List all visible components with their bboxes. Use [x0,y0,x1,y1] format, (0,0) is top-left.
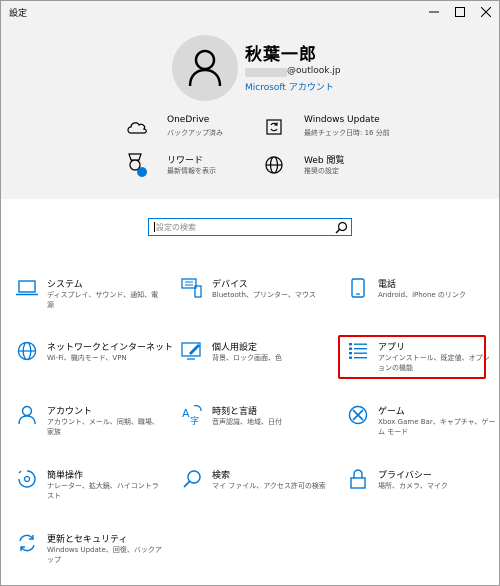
category-title: プライバシー [378,471,432,481]
close-icon [481,7,491,17]
paint-icon [181,340,203,362]
header-item-windows-update[interactable]: Windows Update 最終チェック日時: 16 分前 [262,115,412,143]
minimize-icon [429,11,439,13]
header-item-onedrive[interactable]: OneDrive バックアップ済み [125,115,275,143]
header-item-subtitle: 最終チェック日時: 16 分前 [304,129,390,137]
highlight-frame [338,335,486,379]
account-header: 秋葉一郎 @outlook.jp Microsoft アカウント OneDriv… [1,23,499,199]
category-network-internet[interactable]: ネットワークとインターネット Wi-Fi、機内モード、VPN [16,340,173,388]
category-subtitle: 背景、ロック画面、色 [212,354,282,362]
ease-of-access-icon [16,468,38,490]
category-title: ゲーム [378,407,405,417]
window-title: 設定 [9,9,28,19]
person-icon [188,49,222,87]
category-subtitle: 場所、カメラ、マイク [378,482,448,490]
header-item-title: リワード [167,156,204,166]
laptop-icon [16,277,38,299]
phone-icon [347,277,369,299]
search-input[interactable]: 設定の検索 [148,218,352,236]
settings-window: 設定 秋葉一郎 @outlook.jp Microsoft アカウント OneD… [0,0,500,586]
category-gaming[interactable]: ゲーム Xbox Game Bar、キャプチャ、ゲーム モード [347,404,497,452]
globe-icon [262,153,286,177]
category-time-language[interactable]: A字 時刻と言語 音声認識、地域、日付 [181,404,331,452]
category-privacy[interactable]: プライバシー 場所、カメラ、マイク [347,468,497,516]
category-subtitle: Windows Update、回復、バックアップ [47,546,162,564]
header-item-title: Web 閲覧 [304,156,345,166]
person-icon [16,404,38,426]
category-update-security[interactable]: 更新とセキュリティ Windows Update、回復、バックアップ [16,532,166,580]
category-devices[interactable]: デバイス Bluetooth、プリンター、マウス [181,277,331,325]
xbox-icon [347,404,369,426]
sync-icon [16,532,38,554]
search-icon[interactable] [335,221,348,234]
category-title: 電話 [378,280,397,290]
search-placeholder: 設定の検索 [156,223,196,232]
time-language-icon: A字 [181,404,203,426]
text-caret [154,222,155,232]
minimize-button[interactable] [421,1,447,23]
svg-text:A: A [182,407,190,420]
category-title: 個人用設定 [212,343,258,353]
category-ease-of-access[interactable]: 簡単操作 ナレーター、拡大鏡、ハイコントラスト [16,468,166,516]
header-item-title: OneDrive [167,115,210,125]
header-item-subtitle: 最新情報を表示 [167,167,216,175]
category-subtitle: ナレーター、拡大鏡、ハイコントラスト [47,482,159,500]
user-name: 秋葉一郎 [245,45,317,65]
user-email: @outlook.jp [287,66,341,76]
category-title: 簡単操作 [47,471,84,481]
category-title: アカウント [47,407,93,417]
maximize-button[interactable] [447,1,473,23]
category-subtitle: マイ ファイル、アクセス許可の検索 [212,482,326,490]
microsoft-account-link[interactable]: Microsoft アカウント [245,80,334,93]
rewards-icon [125,153,149,177]
category-title: システム [47,280,83,290]
header-item-rewards[interactable]: リワード 最新情報を表示 [125,153,275,181]
globe-icon [16,340,38,362]
header-item-title: Windows Update [304,115,380,125]
category-search[interactable]: 検索 マイ ファイル、アクセス許可の検索 [181,468,331,516]
category-title: 検索 [212,471,231,481]
category-title: 更新とセキュリティ [47,535,128,545]
lock-icon [347,468,369,490]
category-subtitle: Wi-Fi、機内モード、VPN [47,354,127,362]
category-title: ネットワークとインターネット [47,343,174,353]
search-icon [181,468,203,490]
category-subtitle: Xbox Game Bar、キャプチャ、ゲーム モード [378,418,496,436]
header-item-web-browsing[interactable]: Web 閲覧 推奨の設定 [262,153,412,181]
category-title: デバイス [212,280,248,290]
category-title: 時刻と言語 [212,407,258,417]
category-personalization[interactable]: 個人用設定 背景、ロック画面、色 [181,340,331,388]
category-subtitle: 音声認識、地域、日付 [212,418,282,426]
close-button[interactable] [473,1,499,23]
category-subtitle: アカウント、メール、同期、職場、家族 [47,418,159,436]
keyboard-icon [181,277,203,299]
svg-text:字: 字 [190,415,199,425]
cloud-icon [125,115,149,139]
category-subtitle: ディスプレイ、サウンド、通知、電源 [47,291,159,309]
email-redacted [245,68,287,77]
category-accounts[interactable]: アカウント アカウント、メール、同期、職場、家族 [16,404,166,452]
category-system[interactable]: システム ディスプレイ、サウンド、通知、電源 [16,277,166,325]
maximize-icon [455,7,465,17]
avatar[interactable] [172,35,238,101]
category-subtitle: Bluetooth、プリンター、マウス [212,291,316,299]
update-icon [262,115,286,139]
category-phone[interactable]: 電話 Android、iPhone のリンク [347,277,497,325]
category-subtitle: Android、iPhone のリンク [378,291,466,299]
header-item-subtitle: バックアップ済み [167,129,223,137]
header-item-subtitle: 推奨の設定 [304,167,339,175]
title-bar[interactable]: 設定 [1,1,499,23]
